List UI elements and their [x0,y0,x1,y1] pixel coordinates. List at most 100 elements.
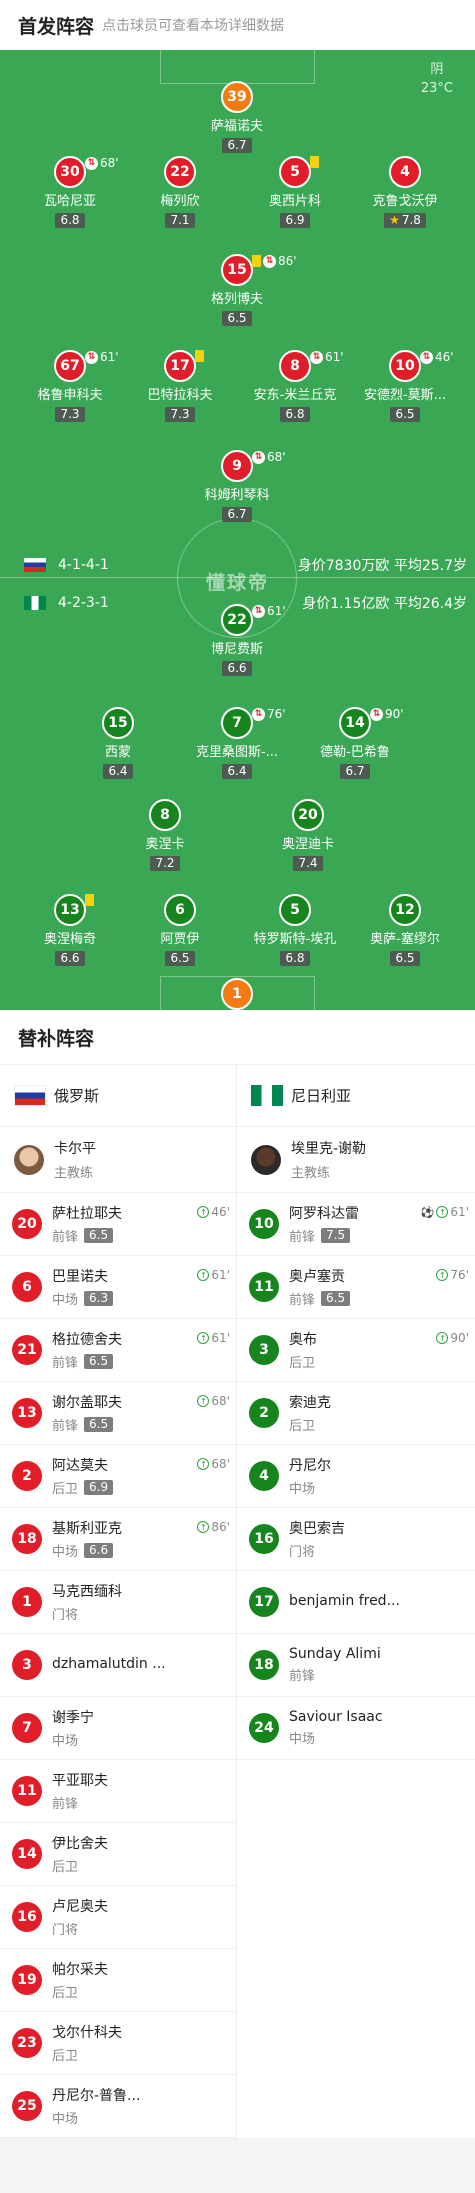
player-rating: 6.9 [84,1480,114,1495]
player-position-line: 后卫 [52,2045,122,2064]
sub-player-row[interactable]: 21 格拉德舍夫 前锋 6.5 ↑ 61' [0,1319,236,1382]
weather-condition: 阴 [430,62,444,77]
rating-value: 7.2 [155,856,175,870]
sub-player-row[interactable]: 11 奥卢塞贡 前锋 6.5 ↑ 76' [237,1256,475,1319]
sub-in-icon: ↑ [197,1206,210,1218]
away-player-7[interactable]: 7 ⇅ 76' 克里桑图斯-... 6.4 [172,707,302,779]
sub-out-icon: ⇅ [85,350,98,364]
sub-out-icon: ⇅ [370,707,383,721]
rating-value: 6.4 [108,764,128,778]
player-rating: 6.5 [390,407,420,422]
home-player-4[interactable]: 4 克鲁戈沃伊 ★ 7.8 [340,156,470,228]
player-rating: 6.5 [222,311,252,326]
sub-player-row[interactable]: 1 马克西缅科 门将 [0,1571,236,1634]
sub-player-row[interactable]: 16 奥巴索吉 门将 [237,1508,475,1571]
shirt-number: 67 [54,350,86,382]
sub-player-row[interactable]: 2 阿达莫夫 后卫 6.9 ↑ 68' [0,1445,236,1508]
yellow-card-icon [252,255,261,267]
sub-player-row[interactable]: 13 谢尔盖耶夫 前锋 6.5 ↑ 68' [0,1382,236,1445]
sub-player-row[interactable]: 18 Sunday Alimi 前锋 [237,1634,475,1697]
player-rating: 6.6 [84,1543,114,1558]
home-team-head[interactable]: 俄罗斯 [0,1065,236,1127]
shirt-number: 20 [12,1209,42,1239]
sub-player-row[interactable]: 10 阿罗科达雷 前锋 7.5 ⚽ ↑ 61' [237,1193,475,1256]
player-position: 后卫 [289,1356,316,1371]
sub-player-row[interactable]: 6 巴里诺夫 中场 6.3 ↑ 61' [0,1256,236,1319]
sub-player-row[interactable]: 20 萨杜拉耶夫 前锋 6.5 ↑ 46' [0,1193,236,1256]
shirt-number: 30 [54,156,86,188]
away-player-14[interactable]: 14 ⇅ 90' 德勒-巴希鲁 6.7 [290,707,420,779]
sub-player-row[interactable]: 19 帕尔采夫 后卫 [0,1949,236,2012]
sub-player-row[interactable]: 3 奥布 后卫 ↑ 90' [237,1319,475,1382]
sub-player-row[interactable]: 4 丹尼尔 中场 [237,1445,475,1508]
player-events: ⇅ 68' [252,450,286,464]
sub-player-row[interactable]: 25 丹尼尔-普鲁... 中场 [0,2075,236,2138]
rating-value: 6.4 [227,764,247,778]
yellow-card-icon [85,894,94,906]
sub-player-row[interactable]: 2 索迪克 后卫 [237,1382,475,1445]
rating-value: 6.5 [395,951,415,965]
away-player-22[interactable]: 22 ⇅ 61' 博尼费斯 6.6 [172,604,302,676]
shirt-number: 4 [389,156,421,188]
away-coach[interactable]: 埃里克-谢勒 主教练 [237,1127,475,1193]
sub-in-time: ↑ 68' [197,1394,230,1408]
player-events: ⇅ 68' [85,156,119,170]
sub-out-icon: ⇅ [310,350,323,364]
away-player-20[interactable]: 20 奥涅迪卡 7.4 [243,799,373,871]
away-player-8[interactable]: 8 奥涅卡 7.2 [100,799,230,871]
rating-value: 7.3 [170,407,190,421]
sub-player-row[interactable]: 16 卢尼奥夫 门将 [0,1886,236,1949]
shirt-number: 6 [12,1272,42,1302]
player-position-line: 前锋 6.5 [52,1415,122,1434]
home-player-22[interactable]: 22 梅列欣 7.1 [115,156,245,228]
player-name: 谢尔盖耶夫 [52,1395,122,1411]
player-events [195,350,204,362]
away-player-6[interactable]: 6 阿贾伊 6.5 [115,894,245,966]
home-player-17[interactable]: 17 巴特拉科夫 7.3 [115,350,245,422]
player-name: 马克西缅科 [52,1584,122,1600]
away-player-15[interactable]: 15 西蒙 6.4 [53,707,183,779]
shirt-number: 15 [221,254,253,286]
shirt-number: 3 [249,1335,279,1365]
away-player-1[interactable]: 1奥科耶6.7 [172,978,302,1010]
player-position: 中场 [52,1734,79,1749]
rating-value: 6.7 [345,764,365,778]
home-player-10[interactable]: 10 ⇅ 46' 安德烈-莫斯... 6.5 [340,350,470,422]
player-position-line: 前锋 [52,1793,108,1812]
home-coach[interactable]: 卡尔平 主教练 [0,1127,236,1193]
home-player-9[interactable]: 9 ⇅ 68' 科姆利琴科 6.7 [172,450,302,522]
away-team-head[interactable]: 尼日利亚 [237,1065,475,1127]
player-name: 丹尼尔-普鲁... [52,2088,141,2104]
rating-value: 6.9 [285,213,305,227]
player-position-line: 后卫 [52,1982,108,2001]
player-name: 奥涅迪卡 [281,837,334,852]
sub-player-row[interactable]: 24 Saviour Isaac 中场 [237,1697,475,1760]
sub-player-row[interactable]: 11 平亚耶夫 前锋 [0,1760,236,1823]
sub-player-row[interactable]: 14 伊比舍夫 后卫 [0,1823,236,1886]
player-events: ⇅ 46' [420,350,454,364]
home-player-15[interactable]: 15 ⇅ 86' 格列博夫 6.5 [172,254,302,326]
player-rating: 7.3 [55,407,85,422]
nigeria-flag-icon [24,596,46,610]
sub-player-row[interactable]: 23 戈尔什科夫 后卫 [0,2012,236,2075]
yellow-card-icon [310,156,319,168]
rating-value: 6.5 [170,951,190,965]
sub-player-row[interactable]: 18 基斯利亚克 中场 6.6 ↑ 86' [0,1508,236,1571]
player-name: Saviour Isaac [289,1709,383,1725]
sub-player-row[interactable]: 17 benjamin fred... [237,1571,475,1634]
goal-icon: ⚽ [420,1205,435,1219]
away-player-12[interactable]: 12 奥萨-塞缪尔 6.5 [340,894,470,966]
sub-player-row[interactable]: 3 dzhamalutdin ... [0,1634,236,1697]
player-name: 戈尔什科夫 [52,2025,122,2041]
player-rating: 6.8 [280,951,310,966]
player-position: 门将 [52,1923,79,1938]
sub-in-minute: 86' [211,1520,230,1534]
player-position-line: 中场 6.3 [52,1289,114,1308]
sub-in-icon: ↑ [436,1269,449,1281]
sub-in-icon: ↑ [436,1206,449,1218]
sub-player-row[interactable]: 7 谢季宁 中场 [0,1697,236,1760]
player-rating: 6.5 [321,1291,351,1306]
player-position: 中场 [52,1293,79,1308]
home-player-39[interactable]: 39 萨福诺夫 6.7 [172,81,302,153]
sub-time: 61' [267,604,286,618]
